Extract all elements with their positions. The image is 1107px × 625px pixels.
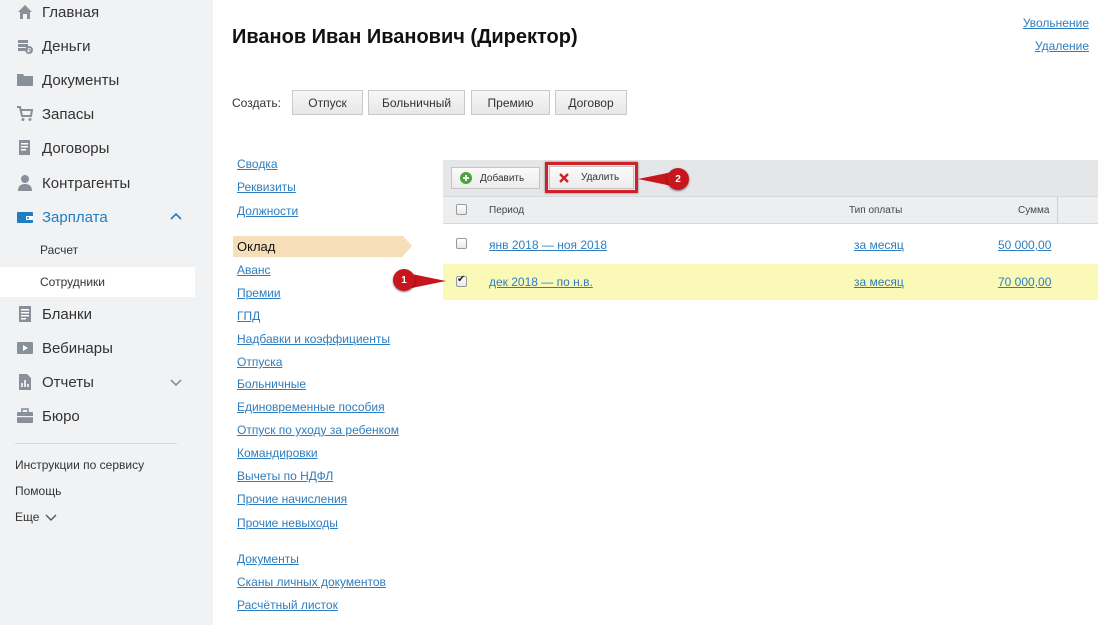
table-header [443, 196, 1098, 224]
forms-icon [15, 304, 35, 324]
section-link-positions[interactable]: Должности [237, 204, 298, 218]
salary-icon [15, 207, 35, 227]
create-contract-button[interactable]: Договор [555, 90, 627, 115]
more-label: Еще [15, 510, 40, 524]
section-link-documents[interactable]: Документы [237, 552, 299, 566]
sidebar-item-contractors[interactable]: Контрагенты [0, 167, 195, 199]
create-bonus-button[interactable]: Премию [471, 90, 550, 115]
row-pay-type-link[interactable]: за месяц [854, 275, 904, 289]
webinar-icon [15, 338, 35, 358]
section-active-label: Оклад [237, 239, 276, 254]
row-checkbox-checked[interactable] [456, 274, 467, 287]
sidebar-item-label: Деньги [42, 37, 91, 55]
section-active-salary[interactable]: Оклад [233, 236, 412, 257]
sidebar-item-stock[interactable]: Запасы [0, 98, 195, 130]
row-period-link[interactable]: дек 2018 — по н.в. [489, 275, 593, 289]
more-link[interactable]: Еще [15, 510, 57, 524]
table-toolbar [443, 160, 1098, 196]
contract-icon [15, 138, 35, 158]
section-link-vacations[interactable]: Отпуска [237, 355, 282, 369]
callout-badge-1: 1 [393, 269, 415, 291]
chevron-down-icon [170, 379, 182, 387]
sidebar-subitem-employees[interactable]: Сотрудники [0, 267, 195, 297]
column-header-amount: Сумма [1018, 205, 1050, 216]
create-label: Создать: [232, 96, 281, 110]
page-title: Иванов Иван Иванович (Директор) [232, 26, 578, 48]
sidebar-item-label: Бланки [42, 305, 92, 323]
chevron-up-icon [170, 212, 182, 220]
sidebar-item-label: Бюро [42, 407, 80, 425]
sidebar-item-home[interactable]: Главная [0, 0, 195, 28]
section-link-other-accruals[interactable]: Прочие начисления [237, 492, 347, 506]
wallet-icon: ₽ [15, 36, 35, 56]
reports-icon [15, 372, 35, 392]
sidebar-item-money[interactable]: ₽ Деньги [0, 30, 195, 62]
sidebar-divider [15, 443, 177, 444]
sidebar-item-reports[interactable]: Отчеты [0, 366, 195, 398]
sidebar-item-bureau[interactable]: Бюро [0, 400, 195, 432]
row-period-link[interactable]: янв 2018 — ноя 2018 [489, 238, 607, 252]
section-link-sick-leaves[interactable]: Больничные [237, 377, 306, 391]
bureau-icon [15, 406, 35, 426]
sidebar-item-documents[interactable]: Документы [0, 64, 195, 96]
section-link-one-time-benefits[interactable]: Единовременные пособия [237, 400, 385, 414]
sidebar-item-label: Запасы [42, 105, 95, 123]
row-amount-link[interactable]: 50 000,00 [998, 238, 1051, 252]
section-link-summary[interactable]: Сводка [237, 157, 278, 171]
select-all-checkbox[interactable] [456, 204, 467, 215]
section-link-advance[interactable]: Аванс [237, 263, 271, 277]
sidebar-item-forms[interactable]: Бланки [0, 298, 195, 330]
section-link-allowances[interactable]: Надбавки и коэффициенты [237, 332, 390, 346]
section-link-other-absences[interactable]: Прочие невыходы [237, 516, 338, 530]
add-button[interactable]: Добавить [451, 167, 540, 189]
sidebar-item-label: Договоры [42, 139, 110, 157]
sidebar-item-label: Вебинары [42, 339, 113, 357]
delete-button-highlight [545, 162, 638, 193]
section-link-parental-leave[interactable]: Отпуск по уходу за ребенком [237, 423, 399, 437]
sidebar: Главная ₽ Деньги Документы Запасы Догово… [0, 0, 213, 625]
sidebar-item-salary[interactable]: Зарплата [0, 201, 195, 233]
section-link-payslip[interactable]: Расчётный листок [237, 598, 338, 612]
section-link-business-trips[interactable]: Командировки [237, 446, 318, 460]
sidebar-subitem-calculation[interactable]: Расчет [0, 235, 195, 265]
row-pay-type-link[interactable]: за месяц [854, 238, 904, 252]
documents-icon [15, 70, 35, 90]
create-vacation-button[interactable]: Отпуск [292, 90, 363, 115]
sidebar-item-label: Зарплата [42, 208, 108, 226]
column-header-period: Период [489, 205, 525, 216]
sidebar-subitem-label: Сотрудники [40, 275, 105, 289]
section-link-tax-deductions[interactable]: Вычеты по НДФЛ [237, 469, 333, 483]
callout-badge-2: 2 [667, 168, 689, 190]
app-root: Главная ₽ Деньги Документы Запасы Догово… [0, 0, 1107, 625]
svg-text:₽: ₽ [27, 48, 31, 55]
home-icon [15, 2, 35, 22]
person-icon [15, 173, 35, 193]
plus-circle-icon [460, 172, 472, 184]
sidebar-item-contracts[interactable]: Договоры [0, 132, 195, 164]
cart-icon [15, 104, 35, 124]
section-link-id-scans[interactable]: Сканы личных документов [237, 575, 386, 589]
section-link-gpd[interactable]: ГПД [237, 309, 260, 323]
section-link-requisites[interactable]: Реквизиты [237, 180, 296, 194]
chevron-down-icon [45, 514, 57, 521]
column-divider [1057, 197, 1058, 223]
delete-employee-link[interactable]: Удаление [1035, 39, 1089, 53]
instructions-link[interactable]: Инструкции по сервису [15, 458, 144, 472]
sidebar-item-label: Отчеты [42, 373, 94, 391]
sidebar-item-label: Главная [42, 3, 100, 21]
column-header-pay-type: Тип оплаты [849, 205, 903, 216]
create-sick-leave-button[interactable]: Больничный [368, 90, 465, 115]
help-link[interactable]: Помощь [15, 484, 61, 498]
add-button-label: Добавить [480, 172, 525, 184]
sidebar-item-label: Контрагенты [42, 174, 131, 192]
sidebar-subitem-label: Расчет [40, 243, 79, 257]
row-checkbox[interactable] [456, 238, 467, 249]
sidebar-item-webinars[interactable]: Вебинары [0, 332, 195, 364]
sidebar-item-label: Документы [42, 71, 120, 89]
section-link-bonuses[interactable]: Премии [237, 286, 281, 300]
dismissal-link[interactable]: Увольнение [1023, 16, 1089, 30]
row-amount-link[interactable]: 70 000,00 [998, 275, 1051, 289]
